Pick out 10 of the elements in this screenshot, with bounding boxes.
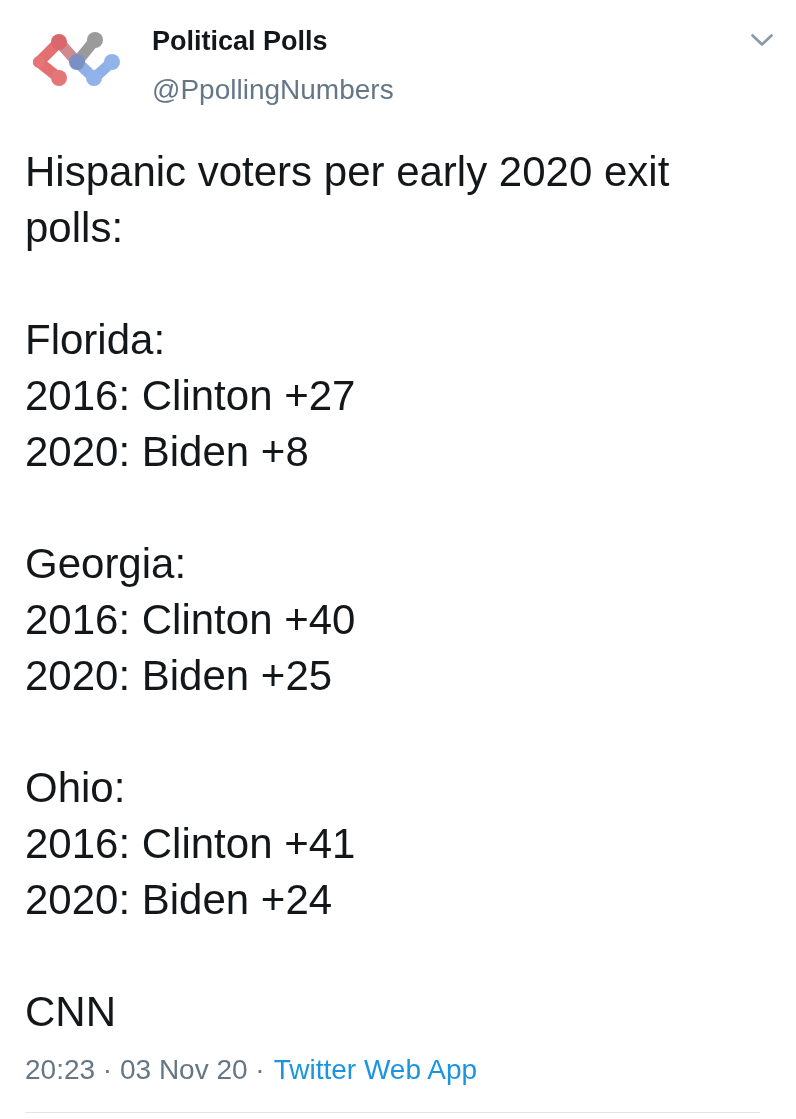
author-handle[interactable]: @PpollingNumbers — [152, 71, 394, 109]
tweet-paragraph: CNN — [25, 987, 117, 1037]
tweet-paragraph: Georgia: 2016: Clinton +40 2020: Biden +25 — [25, 539, 357, 701]
source-link[interactable]: Twitter Web App — [273, 1050, 478, 1090]
tweet-paragraph: Ohio: 2016: Clinton +41 2020: Biden +24 — [25, 763, 357, 925]
tweet-paragraph: Hispanic voters per early 2020 exit polls: — [25, 147, 671, 253]
tweet-paragraph: Florida: 2016: Clinton +27 2020: Biden +8 — [25, 315, 357, 477]
tweet-timestamp: 20:23 · 03 Nov 20 · — [25, 1053, 265, 1087]
chevron-down-icon[interactable] — [751, 34, 773, 46]
author-name[interactable]: Political Polls — [152, 22, 328, 60]
